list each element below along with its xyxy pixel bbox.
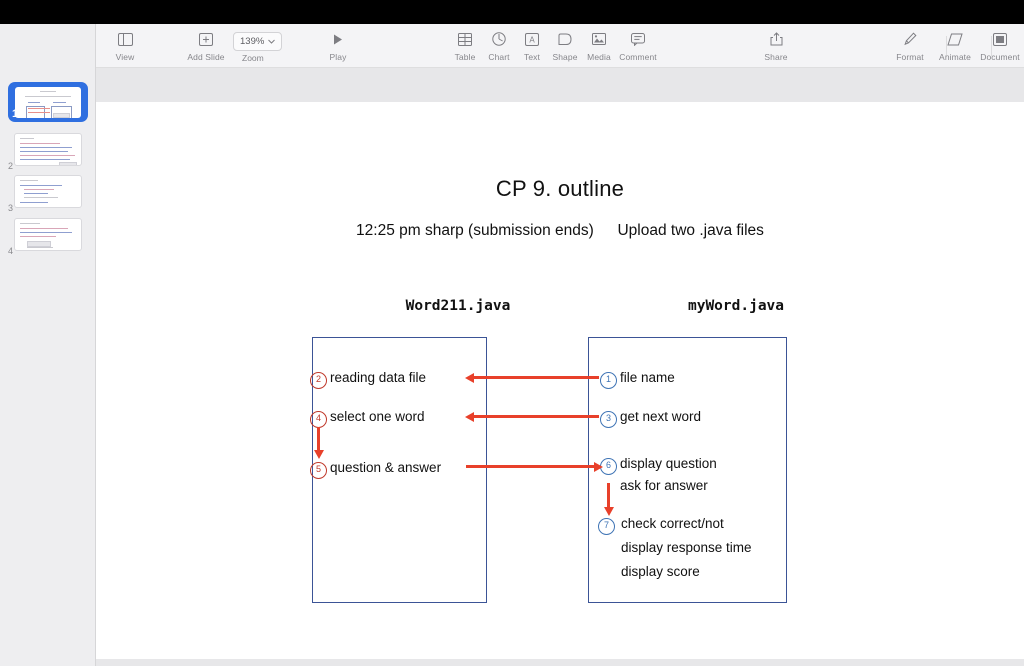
share-label: Share — [764, 52, 788, 62]
step-text-cont-2: display score — [621, 564, 700, 579]
left-step-5[interactable]: 5 question & answer — [310, 460, 441, 479]
comment-label: Comment — [619, 52, 657, 62]
slide-thumbnail-3[interactable]: 3 — [0, 171, 96, 215]
view-label: View — [115, 52, 135, 62]
step-text: file name — [620, 370, 675, 385]
view-button[interactable]: View — [96, 28, 154, 62]
play-triangle-icon — [332, 28, 344, 50]
add-slide-button[interactable]: Add Slide — [177, 28, 235, 62]
comment-button[interactable]: Comment — [609, 28, 667, 62]
subtitle-upload: Upload two .java files — [617, 222, 764, 239]
right-file-heading[interactable]: myWord.java — [596, 298, 876, 314]
arrow-5-to-6-head — [594, 461, 603, 472]
share-button[interactable]: Share — [747, 28, 805, 62]
document-icon — [993, 28, 1007, 50]
slide-subtitle[interactable]: 12:25 pm sharp (submission ends) Upload … — [96, 222, 1024, 240]
keynote-window: 1 2 3 4 View 139% Zoom Add Slide Play Ta… — [0, 0, 1024, 666]
arrow-1-line — [474, 376, 599, 379]
left-file-heading[interactable]: Word211.java — [358, 298, 558, 314]
paintbrush-icon — [903, 28, 917, 50]
animate-label: Animate — [939, 52, 971, 62]
slide-thumbnail-preview-4 — [14, 218, 82, 251]
add-slide-label: Add Slide — [187, 52, 225, 62]
step-number-circle: 2 — [310, 372, 327, 389]
left-step-4[interactable]: 4 select one word — [310, 409, 425, 428]
diamond-icon — [947, 28, 963, 50]
step-text: question & answer — [330, 460, 442, 475]
right-step-1[interactable]: 1 file name — [600, 370, 675, 389]
slide-title[interactable]: CP 9. outline — [96, 176, 1024, 202]
arrow-3-head — [465, 411, 474, 422]
step-text: select one word — [330, 409, 425, 424]
arrow-4-to-5-head — [313, 450, 324, 459]
media-label: Media — [587, 52, 611, 62]
slide-thumbnail-1[interactable]: 1 — [0, 82, 96, 126]
play-label: Play — [329, 52, 347, 62]
arrow-1-head — [465, 372, 474, 383]
subtitle-deadline: 12:25 pm sharp (submission ends) — [356, 222, 594, 239]
main-toolbar: View 139% Zoom Add Slide Play Table Char… — [96, 24, 1024, 68]
arrow-5-to-6-line — [466, 465, 595, 468]
slide-number-2: 2 — [8, 161, 14, 171]
step-text-main: check correct/not — [621, 516, 724, 531]
step-text: check correct/not display response time … — [621, 516, 752, 579]
left-step-2[interactable]: 2 reading data file — [310, 370, 426, 389]
speech-bubble-icon — [631, 28, 645, 50]
step-number-circle: 1 — [600, 372, 617, 389]
step-text-cont-1: ask for answer — [620, 478, 708, 493]
zoom-value: 139% — [240, 36, 265, 47]
window-titlebar — [0, 0, 1024, 24]
slide-thumbnail-2[interactable]: 2 — [0, 129, 96, 173]
step-number-circle: 7 — [598, 518, 615, 535]
right-step-7[interactable]: 7 check correct/not display response tim… — [598, 516, 752, 579]
arrow-3-line — [474, 415, 599, 418]
arrow-4-to-5-line — [317, 427, 320, 452]
arrow-6-to-7-line — [607, 483, 610, 509]
document-label: Document — [980, 52, 1020, 62]
slide-number-1: 1 — [12, 108, 19, 120]
step-number-circle: 5 — [310, 462, 327, 479]
right-step-6[interactable]: 6 display question ask for answer — [600, 456, 717, 493]
svg-text:A: A — [529, 35, 535, 44]
step-number-circle: 4 — [310, 411, 327, 428]
slide-number-4: 4 — [8, 246, 14, 256]
slide-thumbnail-preview-2 — [14, 133, 82, 166]
right-step-3[interactable]: 3 get next word — [600, 409, 701, 428]
arrow-6-to-7-head — [603, 507, 614, 516]
zoom-selector[interactable]: 139% — [233, 32, 283, 51]
slide-thumbnail-preview-1 — [15, 87, 81, 118]
slide-number-3: 3 — [8, 203, 14, 213]
play-button[interactable]: Play — [309, 28, 367, 62]
slide-content: CP 9. outline 12:25 pm sharp (submission… — [96, 102, 1024, 659]
slide-thumbnail-4[interactable]: 4 — [0, 214, 96, 258]
step-text-main: display question — [620, 456, 717, 471]
share-arrow-icon — [770, 28, 783, 50]
plus-square-icon — [199, 28, 213, 50]
slide-thumbnail-preview-3 — [14, 175, 82, 208]
image-icon — [592, 28, 606, 50]
sidebar-icon — [117, 28, 133, 50]
step-text: display question ask for answer — [620, 456, 717, 493]
format-label: Format — [896, 52, 924, 62]
slide-navigator-sidebar[interactable]: 1 2 3 4 — [0, 24, 96, 666]
chevron-down-icon — [268, 36, 276, 47]
canvas-area: CP 9. outline 12:25 pm sharp (submission… — [96, 68, 1024, 666]
step-text: reading data file — [330, 370, 427, 385]
step-text-cont-1: display response time — [621, 540, 752, 555]
document-button[interactable]: Document — [971, 28, 1024, 62]
step-number-circle: 3 — [600, 411, 617, 428]
zoom-label: Zoom — [242, 53, 264, 63]
step-text: get next word — [620, 409, 702, 424]
slide-canvas[interactable]: CP 9. outline 12:25 pm sharp (submission… — [96, 102, 1024, 659]
